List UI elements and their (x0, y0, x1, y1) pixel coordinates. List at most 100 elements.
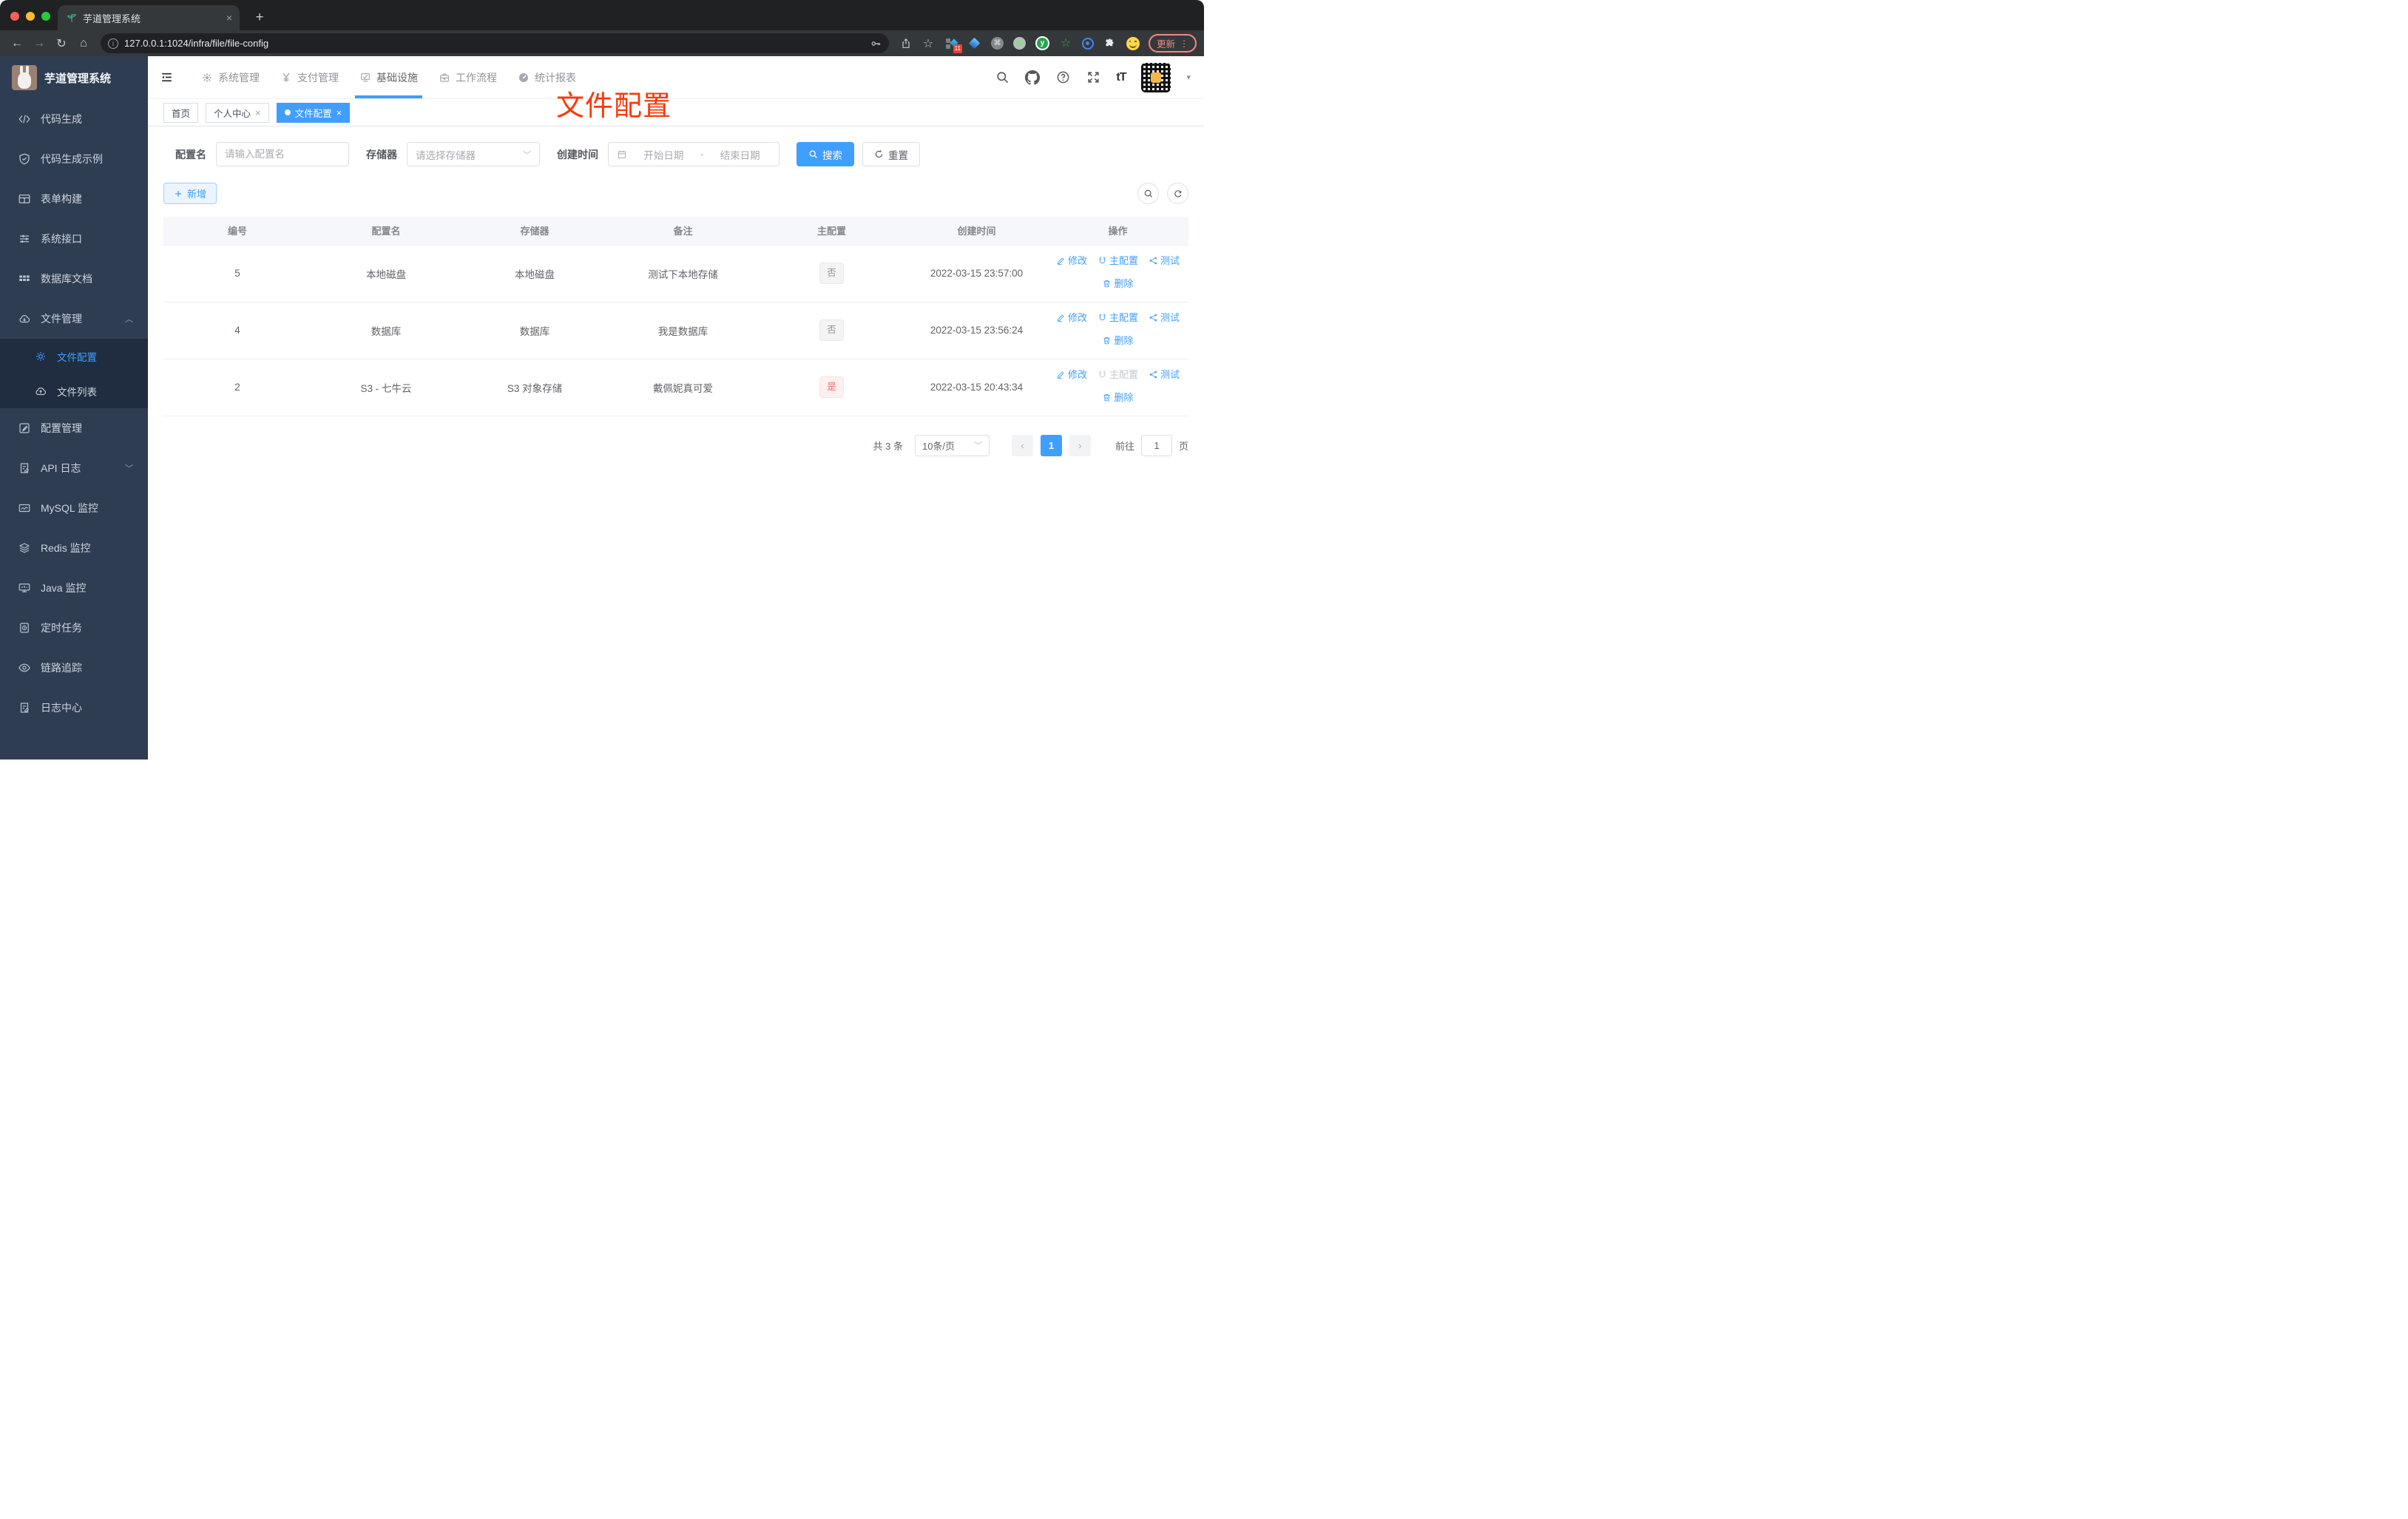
end-date-placeholder[interactable]: 结束日期 (709, 147, 771, 162)
sidebar-item-api-log[interactable]: API 日志 ﹀ (0, 448, 148, 488)
refresh-table-button[interactable] (1167, 183, 1188, 204)
help-icon[interactable] (1055, 70, 1070, 85)
edit-link[interactable]: 修改 (1056, 251, 1087, 271)
share-icon[interactable] (896, 34, 916, 53)
topnav-system-management[interactable]: 系统管理 (191, 56, 270, 98)
test-link[interactable]: 测试 (1149, 251, 1180, 271)
search-button[interactable]: 搜索 (797, 142, 854, 166)
tagview-profile[interactable]: 个人中心 × (206, 102, 269, 123)
user-menu-caret-icon[interactable]: ▾ (1186, 72, 1191, 82)
sidebar-item-form-builder[interactable]: 表单构建 (0, 179, 148, 219)
font-size-icon[interactable]: tT (1116, 71, 1126, 84)
date-range-picker[interactable]: 开始日期 - 结束日期 (608, 142, 779, 166)
master-config-link[interactable]: 主配置 (1098, 251, 1138, 271)
test-link[interactable]: 测试 (1149, 365, 1180, 385)
sidebar-item-log-center[interactable]: 日志中心 (0, 688, 148, 728)
delete-link[interactable]: 删除 (1102, 331, 1134, 351)
forward-button[interactable]: → (30, 34, 49, 53)
sidebar-item-db-doc[interactable]: 数据库文档 (0, 259, 148, 299)
close-window-button[interactable] (10, 12, 19, 21)
github-icon[interactable] (1025, 70, 1041, 85)
master-tag: 是 (819, 376, 844, 398)
reload-button[interactable]: ↻ (52, 34, 71, 53)
minimize-window-button[interactable] (26, 12, 35, 21)
layers-icon (18, 543, 30, 553)
page-size-select[interactable]: 10条/页 ﹀ (914, 434, 990, 456)
bookmark-star-icon[interactable]: ☆ (919, 34, 938, 53)
refresh-icon (1174, 189, 1181, 197)
sidebar-item-code-gen[interactable]: 代码生成 (0, 99, 148, 139)
jump-page-input[interactable] (1140, 434, 1172, 456)
extension-star-icon[interactable]: ☆ (1059, 37, 1072, 50)
sidebar-item-java-monitor[interactable]: Java 监控 (0, 568, 148, 608)
start-date-placeholder[interactable]: 开始日期 (633, 147, 694, 162)
config-name-input[interactable] (225, 149, 340, 160)
app-header: 系统管理 支付管理 基础设施 工作流程 统计报表 tT ▾ (148, 56, 1204, 99)
new-tab-button[interactable]: + (250, 8, 269, 27)
add-button[interactable]: 新增 (163, 183, 217, 204)
extension-command-icon[interactable]: ⌘ (990, 37, 1004, 50)
sidebar-item-redis-monitor[interactable]: Redis 监控 (0, 528, 148, 568)
collapse-sidebar-icon[interactable] (155, 67, 177, 89)
cell-name: S3 - 七牛云 (311, 359, 461, 416)
browser-update-button[interactable]: 更新 ⋮ (1148, 34, 1197, 53)
sidebar-item-mysql-monitor[interactable]: MySQL 监控 (0, 488, 148, 528)
config-name-field[interactable] (216, 142, 349, 166)
close-icon[interactable]: × (336, 107, 342, 118)
zoom-window-button[interactable] (41, 12, 50, 21)
sidebar-item-cron-jobs[interactable]: 定时任务 (0, 608, 148, 648)
close-icon[interactable]: × (255, 107, 261, 118)
sidebar-item-trace[interactable]: 链路追踪 (0, 648, 148, 688)
sidebar-item-code-demo[interactable]: 代码生成示例 (0, 139, 148, 179)
sidebar-item-config-management[interactable]: 配置管理 (0, 408, 148, 448)
site-info-icon[interactable]: i (108, 38, 118, 49)
test-link[interactable]: 测试 (1149, 308, 1180, 328)
browser-menu-icon[interactable]: ⋮ (1180, 38, 1188, 49)
topnav-workflow[interactable]: 工作流程 (428, 56, 507, 98)
fullscreen-icon[interactable] (1086, 70, 1100, 85)
password-key-icon[interactable] (870, 38, 882, 50)
delete-link[interactable]: 删除 (1102, 388, 1134, 407)
edit-link[interactable]: 修改 (1056, 308, 1087, 328)
header-tools: tT ▾ (995, 62, 1191, 92)
user-avatar[interactable] (1141, 62, 1171, 92)
extension-eye-icon[interactable] (1081, 37, 1094, 50)
extension-dot-icon[interactable] (1012, 37, 1026, 50)
extension-wallet-icon[interactable]: 11 (945, 37, 962, 53)
search-icon[interactable] (995, 70, 1009, 85)
reset-button[interactable]: 重置 (862, 142, 920, 166)
cell-storage: 本地磁盘 (461, 245, 609, 302)
tab-close-icon[interactable]: × (226, 12, 232, 24)
sidebar-item-file-list[interactable]: 文件列表 (0, 373, 148, 408)
extension-gem-icon[interactable] (968, 37, 981, 50)
extensions-puzzle-icon[interactable] (1103, 37, 1117, 50)
topnav-payment-management[interactable]: 支付管理 (270, 56, 349, 98)
chevron-down-icon: ﹀ (125, 464, 133, 473)
sidebar-item-file-config[interactable]: 文件配置 (0, 339, 148, 373)
tagview-home[interactable]: 首页 (163, 102, 199, 123)
magnet-icon (1099, 314, 1106, 321)
browser-tab[interactable]: 芋道管理系统 × (58, 5, 240, 30)
col-storage: 存储器 (461, 217, 609, 245)
address-bar[interactable]: i 127.0.0.1:1024/infra/file/file-config (101, 33, 889, 53)
extension-emoji-icon[interactable] (1126, 36, 1140, 50)
page-1-button[interactable]: 1 (1040, 434, 1062, 456)
tagview-file-config[interactable]: 文件配置 × (276, 102, 351, 123)
prev-page-button[interactable]: ‹ (1011, 434, 1033, 456)
sidebar-item-system-api[interactable]: 系统接口 (0, 219, 148, 259)
topnav-infrastructure[interactable]: 基础设施 (349, 56, 428, 98)
home-button[interactable]: ⌂ (74, 34, 93, 53)
extension-y-icon[interactable]: y (1035, 36, 1049, 50)
show-search-button[interactable] (1137, 183, 1159, 204)
chevron-down-icon: ﹀ (973, 442, 982, 450)
url-text[interactable]: 127.0.0.1:1024/infra/file/file-config (124, 38, 864, 49)
sidebar-item-file-management[interactable]: 文件管理 ︿ (0, 299, 148, 339)
window-controls[interactable] (10, 12, 50, 21)
edit-link[interactable]: 修改 (1056, 365, 1087, 385)
sidebar-logo[interactable]: 芋道管理系统 (0, 56, 148, 99)
master-config-link[interactable]: 主配置 (1098, 308, 1138, 328)
back-button[interactable]: ← (7, 34, 27, 53)
next-page-button[interactable]: › (1069, 434, 1091, 456)
storage-select[interactable]: 请选择存储器 ﹀ (407, 142, 540, 166)
delete-link[interactable]: 删除 (1102, 274, 1134, 294)
